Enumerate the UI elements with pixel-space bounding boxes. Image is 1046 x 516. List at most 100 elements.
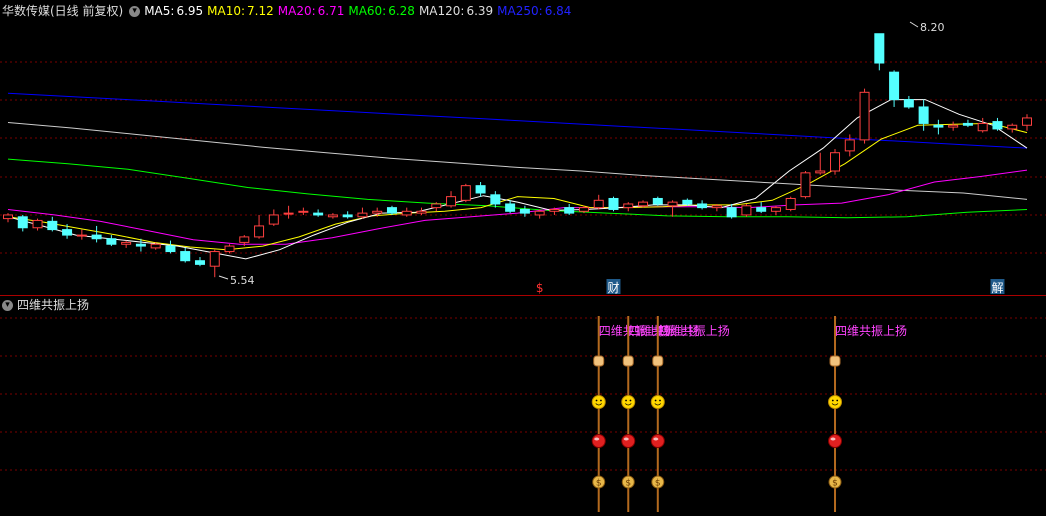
candle-body (505, 203, 516, 212)
candle-body (564, 207, 575, 214)
smiley-face (828, 395, 843, 409)
candle (652, 196, 663, 206)
ma120-label: MA120: (418, 4, 465, 18)
candle-body (933, 124, 944, 128)
candle-body (874, 33, 885, 64)
ma10-value: 7.12 (247, 4, 274, 18)
candle (830, 149, 841, 175)
hand-pointer-icon (652, 355, 664, 367)
candle-body (918, 106, 929, 124)
ma10-label: MA10: (207, 4, 246, 18)
candle-body (844, 139, 855, 152)
smiley-face (591, 395, 606, 409)
max-price-label: 8.20 (920, 21, 945, 34)
red-ball-shine (623, 437, 629, 441)
min-price-label: 5.54 (230, 274, 255, 287)
smiley-face (650, 395, 665, 409)
red-ball (650, 434, 665, 448)
candle-body (785, 197, 796, 210)
signal-label: 四维共振上扬 (835, 323, 907, 338)
red-ball-icon (591, 434, 606, 448)
money-bag-symbol: $ (625, 479, 631, 489)
candle-body (889, 71, 900, 101)
red-ball-shine (594, 437, 600, 441)
candle (608, 196, 619, 212)
event-marker: 财 (606, 279, 621, 295)
candle-body (726, 207, 737, 218)
red-ball (828, 434, 843, 448)
smiley-icon (828, 395, 843, 409)
red-ball-shine (653, 437, 659, 441)
stock-chart: 8.20 5.54 $ 财解 四维共振上扬$四维共振上扬$四维共振上扬$四维共振上… (0, 0, 1046, 516)
candle-body (135, 243, 146, 247)
candle-body (578, 207, 589, 212)
candle-body (401, 210, 412, 216)
candle-body (682, 199, 693, 205)
candle-body (165, 245, 176, 253)
candle-body (3, 214, 13, 220)
candle-body (800, 172, 811, 198)
candle-body (239, 236, 250, 243)
smiley-face (621, 395, 636, 409)
smiley-eye (629, 399, 632, 402)
smiley-eye (625, 399, 627, 402)
ma20-label: MA20: (277, 4, 316, 18)
candle-body (180, 251, 191, 262)
candle-body (977, 122, 988, 132)
hand-pointer-icon (593, 355, 605, 367)
candle-body (209, 251, 220, 267)
ma60-label: MA60: (348, 4, 387, 18)
candle-body (711, 205, 722, 209)
ma250-value: 6.84 (544, 4, 572, 18)
red-ball-icon (650, 434, 665, 448)
candle-body (490, 194, 501, 205)
candle (224, 244, 235, 254)
candle-body (372, 210, 383, 214)
signal-label: 四维共振上扬 (658, 323, 730, 338)
candle (800, 171, 811, 199)
candle-body (150, 243, 161, 249)
ma120-value: 6.39 (466, 4, 494, 18)
smiley-icon (650, 395, 665, 409)
sub-panel-title: 四维共振上扬 (17, 298, 90, 312)
candle-body (770, 207, 781, 212)
candle (741, 203, 752, 217)
event-marker: 解 (990, 279, 1005, 295)
candle-body (224, 245, 235, 253)
candle-body (17, 216, 28, 229)
chevron-down-icon[interactable]: ▾ (2, 300, 13, 311)
candle-body (313, 212, 324, 216)
money-bag-icon: $ (828, 475, 842, 489)
main-header: 华数传媒(日线 前复权) ▾ MA5: 6.95 MA10: 7.12 MA20: 6.71 M… (2, 2, 575, 20)
candle-body (948, 124, 959, 128)
candle-body (106, 238, 117, 245)
candle-body (903, 99, 914, 108)
ma60-value: 6.28 (388, 4, 415, 18)
candle-body (431, 203, 442, 209)
money-bag-symbol: $ (655, 479, 661, 489)
candle-body (460, 185, 471, 201)
candle-body (519, 208, 530, 214)
candle-body (667, 201, 678, 207)
red-ball-icon (621, 434, 636, 448)
chevron-down-icon[interactable]: ▾ (129, 6, 141, 17)
money-bag-icon: $ (651, 475, 665, 489)
candle-body (327, 214, 338, 218)
candle-body (194, 260, 205, 265)
candle-body (549, 208, 560, 212)
candle-body (815, 170, 826, 174)
smiley-eye (595, 399, 598, 402)
candle-body (593, 199, 604, 209)
candle-body (446, 196, 457, 207)
candle-body (268, 214, 279, 225)
candle-body (1007, 124, 1018, 130)
event-marker-label: $ (536, 281, 544, 295)
red-ball (621, 434, 636, 448)
smiley-eye (654, 399, 657, 402)
ma5-value: 6.95 (176, 4, 204, 18)
red-ball-icon (828, 434, 843, 448)
money-bag-symbol: $ (832, 479, 838, 489)
candle-body (756, 207, 767, 212)
money-bag-symbol: $ (596, 479, 602, 489)
candle-body (62, 229, 73, 236)
